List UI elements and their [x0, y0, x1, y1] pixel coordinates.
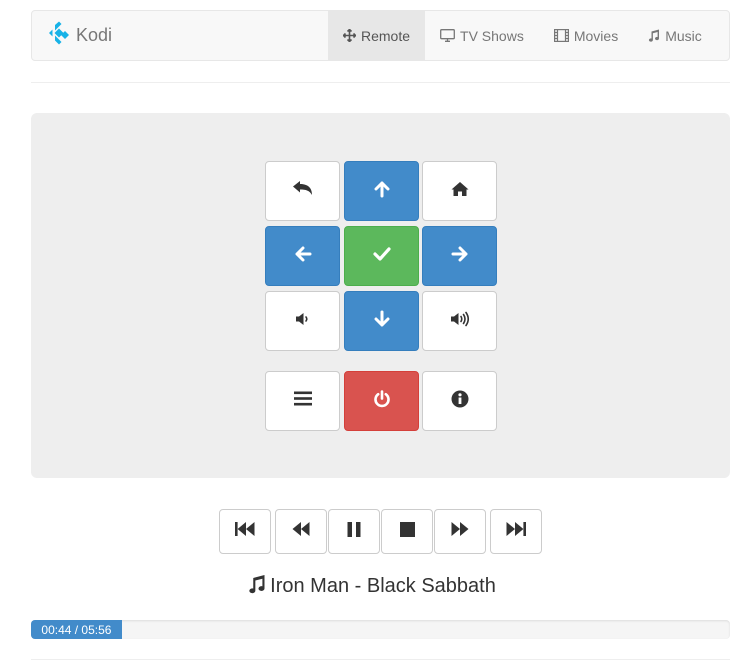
skip-next-button[interactable] [490, 509, 542, 554]
left-button[interactable] [265, 226, 340, 286]
volume-down-button[interactable] [265, 291, 340, 351]
progress-bar-fill: 00:44 / 05:56 [31, 620, 122, 639]
film-icon [553, 29, 569, 42]
pause-button[interactable] [328, 509, 380, 554]
nav-item-music[interactable]: Music [633, 11, 717, 60]
home-button[interactable] [422, 161, 497, 221]
tv-icon [440, 29, 455, 42]
stop-button[interactable] [381, 509, 433, 554]
home-icon [451, 181, 469, 202]
power-icon [373, 389, 391, 413]
now-playing: Iron Man - Black Sabbath [0, 572, 744, 600]
select-button[interactable] [344, 226, 419, 286]
volume-up-button[interactable] [422, 291, 497, 351]
info-button[interactable] [422, 371, 497, 431]
fast-forward-button[interactable] [434, 509, 486, 554]
move-icon [343, 29, 356, 42]
arrow-right-icon [451, 245, 469, 268]
menu-icon [293, 391, 312, 411]
volume-up-icon [450, 311, 470, 332]
divider-bottom [31, 659, 730, 660]
nav-label-tv-shows: TV Shows [460, 27, 524, 44]
check-icon [372, 246, 391, 266]
power-button[interactable] [344, 371, 419, 431]
rewind-button[interactable] [275, 509, 327, 554]
arrow-down-icon [373, 310, 391, 333]
back-button[interactable] [265, 161, 340, 221]
nav-item-movies[interactable]: Movies [539, 11, 633, 60]
skip-next-icon [506, 522, 526, 541]
right-button[interactable] [422, 226, 497, 286]
rewind-icon [292, 522, 310, 541]
navbar: Kodi Remote TV Shows Movies Music [31, 10, 730, 61]
music-note-icon [248, 574, 266, 599]
info-icon [451, 390, 469, 413]
music-note-icon [648, 29, 660, 42]
kodi-logo-icon [47, 21, 71, 50]
progress-time-label: 00:44 / 05:56 [41, 622, 112, 637]
playback-progress[interactable]: 00:44 / 05:56 [31, 620, 730, 639]
skip-previous-button[interactable] [219, 509, 271, 554]
brand[interactable]: Kodi [47, 11, 112, 60]
menu-button[interactable] [265, 371, 340, 431]
nav-label-music: Music [665, 27, 702, 44]
arrow-left-icon [294, 245, 312, 268]
nav-item-remote[interactable]: Remote [328, 11, 426, 60]
pause-icon [347, 521, 361, 542]
nav-label-remote: Remote [361, 27, 411, 44]
divider [31, 82, 730, 83]
volume-down-icon [295, 312, 311, 331]
back-arrow-icon [292, 180, 314, 203]
up-button[interactable] [344, 161, 419, 221]
brand-name: Kodi [76, 25, 113, 45]
fast-forward-icon [451, 522, 469, 541]
stop-icon [399, 521, 415, 542]
nav-menu: Remote TV Shows Movies Music [328, 11, 717, 60]
arrow-up-icon [373, 180, 391, 203]
now-playing-title: Iron Man - Black Sabbath [270, 574, 496, 597]
skip-previous-icon [235, 522, 255, 541]
down-button[interactable] [344, 291, 419, 351]
nav-item-tv-shows[interactable]: TV Shows [425, 11, 539, 60]
nav-label-movies: Movies [573, 27, 619, 44]
